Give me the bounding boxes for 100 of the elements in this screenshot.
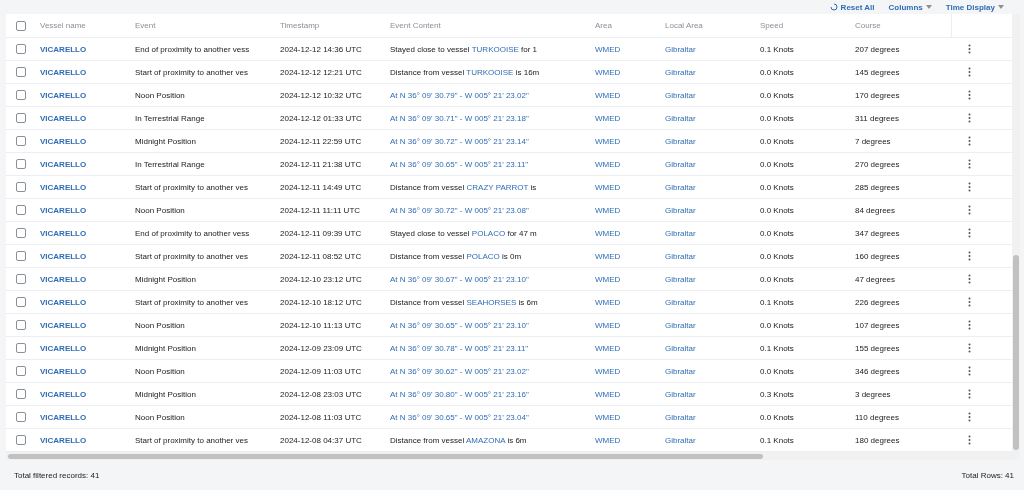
event-cell-text: Midnight Position bbox=[134, 136, 197, 146]
area-link[interactable]: WMED bbox=[591, 44, 621, 54]
dropdown-button[interactable]: Time Display bbox=[945, 2, 1004, 12]
kebab-icon bbox=[967, 90, 971, 100]
row-checkbox[interactable] bbox=[16, 297, 26, 307]
vessel-link[interactable]: VICARELLO bbox=[36, 435, 87, 445]
area-link[interactable]: WMED bbox=[591, 320, 621, 330]
vessel-link[interactable]: POLACO bbox=[466, 251, 500, 261]
local-area-link[interactable]: Gibraltar bbox=[661, 44, 696, 54]
vessel-link[interactable]: VICARELLO bbox=[36, 251, 87, 261]
row-checkbox[interactable] bbox=[16, 274, 26, 284]
vessel-link[interactable]: VICARELLO bbox=[36, 389, 87, 399]
area-link[interactable]: WMED bbox=[591, 297, 621, 307]
coordinates-link[interactable]: At N 36° 09' 30.72" - W 005° 21' 23.14" bbox=[386, 136, 529, 146]
vessel-link[interactable]: VICARELLO bbox=[36, 320, 87, 330]
area-link[interactable]: WMED bbox=[591, 389, 621, 399]
coordinates-link[interactable]: At N 36° 09' 30.62" - W 005° 21' 23.02" bbox=[386, 366, 529, 376]
area-link[interactable]: WMED bbox=[591, 274, 621, 284]
row-checkbox[interactable] bbox=[16, 412, 26, 422]
area-link[interactable]: WMED bbox=[591, 412, 621, 422]
vessel-link[interactable]: VICARELLO bbox=[36, 67, 87, 77]
coordinates-link[interactable]: At N 36° 09' 30.78" - W 005° 21' 23.11" bbox=[386, 343, 529, 353]
vessel-link[interactable]: VICARELLO bbox=[36, 412, 87, 422]
select-all-checkbox[interactable] bbox=[16, 20, 26, 31]
local-area-link[interactable]: Gibraltar bbox=[661, 412, 696, 422]
vessel-link[interactable]: VICARELLO bbox=[36, 113, 87, 123]
row-checkbox[interactable] bbox=[16, 228, 26, 238]
vessel-link[interactable]: TURKOOISE bbox=[466, 67, 514, 77]
local-area-link[interactable]: Gibraltar bbox=[661, 205, 696, 215]
vessel-link[interactable]: VICARELLO bbox=[36, 297, 87, 307]
area-link[interactable]: WMED bbox=[591, 435, 621, 445]
vessel-link[interactable]: VICARELLO bbox=[36, 90, 87, 100]
local-area-link[interactable]: Gibraltar bbox=[661, 435, 696, 445]
row-checkbox[interactable] bbox=[16, 251, 26, 261]
area-link[interactable]: WMED bbox=[591, 136, 621, 146]
coordinates-link[interactable]: At N 36° 09' 30.72" - W 005° 21' 23.08" bbox=[386, 205, 529, 215]
local-area-link[interactable]: Gibraltar bbox=[661, 366, 696, 376]
row-checkbox[interactable] bbox=[16, 366, 26, 376]
area-link[interactable]: WMED bbox=[591, 90, 621, 100]
vessel-link[interactable]: VICARELLO bbox=[36, 159, 87, 169]
row-checkbox[interactable] bbox=[16, 435, 26, 445]
area-link[interactable]: WMED bbox=[591, 228, 621, 238]
row-checkbox[interactable] bbox=[16, 159, 26, 169]
row-checkbox[interactable] bbox=[16, 136, 26, 146]
local-area-link[interactable]: Gibraltar bbox=[661, 67, 696, 77]
area-link[interactable]: WMED bbox=[591, 343, 621, 353]
vessel-link[interactable]: VICARELLO bbox=[36, 44, 87, 54]
speed-cell-text: 0.0 Knots bbox=[759, 320, 795, 330]
local-area-link[interactable]: Gibraltar bbox=[661, 159, 696, 169]
horizontal-scrollbar[interactable] bbox=[6, 452, 1020, 460]
vessel-link[interactable]: SEAHORSES bbox=[466, 297, 517, 307]
coordinates-link[interactable]: At N 36° 09' 30.80" - W 005° 21' 23.16" bbox=[386, 389, 529, 399]
local-area-link[interactable]: Gibraltar bbox=[661, 343, 696, 353]
reset-button[interactable]: Reset All bbox=[829, 2, 875, 12]
vessel-link[interactable]: VICARELLO bbox=[36, 136, 87, 146]
area-link[interactable]: WMED bbox=[591, 113, 621, 123]
row-checkbox[interactable] bbox=[16, 205, 26, 215]
local-area-link[interactable]: Gibraltar bbox=[661, 251, 696, 261]
local-area-link[interactable]: Gibraltar bbox=[661, 182, 696, 192]
vertical-scrollbar[interactable] bbox=[1012, 14, 1020, 452]
vessel-link[interactable]: VICARELLO bbox=[36, 182, 87, 192]
vessel-link[interactable]: VICARELLO bbox=[36, 366, 87, 376]
area-link[interactable]: WMED bbox=[591, 182, 621, 192]
row-checkbox[interactable] bbox=[16, 343, 26, 353]
area-link[interactable]: WMED bbox=[591, 159, 621, 169]
row-checkbox[interactable] bbox=[16, 67, 26, 77]
row-checkbox[interactable] bbox=[16, 44, 26, 54]
local-area-link[interactable]: Gibraltar bbox=[661, 389, 696, 399]
row-checkbox[interactable] bbox=[16, 389, 26, 399]
area-link[interactable]: WMED bbox=[591, 251, 621, 261]
vessel-link[interactable]: VICARELLO bbox=[36, 274, 87, 284]
local-area-link[interactable]: Gibraltar bbox=[661, 320, 696, 330]
local-area-link[interactable]: Gibraltar bbox=[661, 136, 696, 146]
row-checkbox[interactable] bbox=[16, 90, 26, 100]
coordinates-link[interactable]: At N 36° 09' 30.65" - W 005° 21' 23.10" bbox=[386, 320, 529, 330]
vessel-link[interactable]: VICARELLO bbox=[36, 228, 87, 238]
coordinates-link[interactable]: At N 36° 09' 30.65" - W 005° 21' 23.11" bbox=[386, 159, 529, 169]
local-area-link[interactable]: Gibraltar bbox=[661, 228, 696, 238]
vessel-link[interactable]: VICARELLO bbox=[36, 205, 87, 215]
local-area-link[interactable]: Gibraltar bbox=[661, 90, 696, 100]
vessel-link[interactable]: TURKOOISE bbox=[471, 44, 519, 54]
row-checkbox[interactable] bbox=[16, 182, 26, 192]
vessel-link[interactable]: AMAZONA bbox=[466, 435, 506, 445]
vessel-link[interactable]: VICARELLO bbox=[36, 343, 87, 353]
dropdown-button[interactable]: Columns bbox=[888, 2, 932, 12]
local-area-link[interactable]: Gibraltar bbox=[661, 297, 696, 307]
area-link[interactable]: WMED bbox=[591, 366, 621, 376]
vessel-link[interactable]: CRAZY PARROT bbox=[466, 182, 529, 192]
row-checkbox[interactable] bbox=[16, 320, 26, 330]
area-link[interactable]: WMED bbox=[591, 205, 621, 215]
vessel-link[interactable]: POLACO bbox=[471, 228, 506, 238]
coordinates-link[interactable]: At N 36° 09' 30.67" - W 005° 21' 23.10" bbox=[386, 274, 529, 284]
local-area-link[interactable]: Gibraltar bbox=[661, 274, 696, 284]
coordinates-link[interactable]: At N 36° 09' 30.71" - W 005° 21' 23.18" bbox=[386, 113, 529, 123]
coordinates-link[interactable]: At N 36° 09' 30.79" - W 005° 21' 23.02" bbox=[386, 90, 529, 100]
local-area-link[interactable]: Gibraltar bbox=[661, 113, 696, 123]
kebab-icon bbox=[967, 412, 971, 422]
coordinates-link[interactable]: At N 36° 09' 30.65" - W 005° 21' 23.04" bbox=[386, 412, 529, 422]
area-link[interactable]: WMED bbox=[591, 67, 621, 77]
row-checkbox[interactable] bbox=[16, 113, 26, 123]
